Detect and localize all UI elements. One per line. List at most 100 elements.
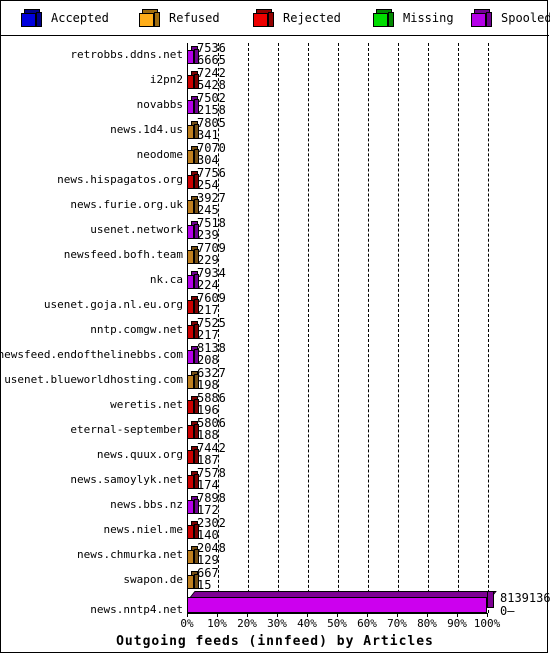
bar-value-lower: 217 (197, 303, 219, 317)
total-bar-row: news.nntp4.net 8139136 0— (1, 589, 550, 618)
bar-row: eternal-september 5806 188 (1, 416, 549, 443)
bar-value-lower: 254 (197, 178, 219, 192)
bar-row-label: news.niel.me (103, 523, 183, 536)
x-axis-ticks: 0% 10% 20% 30% 40% 50% 60% 70% 80% 90% 100% (1, 613, 549, 633)
bar-row: news.furie.org.uk 3927 245 (1, 191, 549, 218)
bar-row: neodome 7070 304 (1, 141, 549, 168)
bar-row-label: news.quux.org (96, 448, 183, 461)
x-tick-label: 70% (387, 617, 407, 630)
bar-row-label: news.1d4.us (110, 123, 183, 136)
bar-row: news.samoylyk.net 7578 174 (1, 466, 549, 493)
legend-label: Missing (403, 11, 454, 25)
total-row-label: news.nntp4.net (90, 603, 183, 616)
legend-label: Rejected (283, 11, 341, 25)
cube-icon (21, 8, 43, 28)
bar-row: news.quux.org 7442 187 (1, 441, 549, 468)
bar-value-lower: 2158 (197, 103, 226, 117)
x-tick-label: 60% (357, 617, 377, 630)
bar-value-lower: 174 (197, 478, 219, 492)
total-bar-front-face (187, 597, 487, 613)
total-value-lower: 0— (500, 604, 515, 618)
total-bar-side-face (487, 591, 494, 608)
bar-row: newsfeed.bofh.team 7709 229 (1, 241, 549, 268)
bar-row-label: news.samoylyk.net (70, 473, 183, 486)
bar-value-lower: 5428 (197, 78, 226, 92)
bar-row: weretis.net 5886 196 (1, 391, 549, 418)
total-value-upper: 8139136 (500, 591, 550, 605)
bar-row: news.hispagatos.org 7756 254 (1, 166, 549, 193)
cube-icon (373, 8, 395, 28)
bar-value-lower: 188 (197, 428, 219, 442)
bar-row-label: news.hispagatos.org (57, 173, 183, 186)
x-tick-label: 40% (297, 617, 317, 630)
legend-item-missing: Missing (373, 8, 454, 28)
bar-row: usenet.goja.nl.eu.org 7609 217 (1, 291, 549, 318)
bar-row-label: i2pn2 (149, 73, 183, 86)
bar-row-label: news.furie.org.uk (70, 198, 183, 211)
bar-row-label: neodome (136, 148, 183, 161)
x-tick-label: 80% (417, 617, 437, 630)
legend-label: Spooled (501, 11, 550, 25)
value-leader-dash: — (507, 604, 514, 618)
bar-row: retrobbs.ddns.net 7536 6665 (1, 41, 549, 68)
bar-value-lower: 196 (197, 403, 219, 417)
bar-row: news.niel.me 2302 140 (1, 516, 549, 543)
bar-value-lower: 172 (197, 503, 219, 517)
bar-row-label: news.bbs.nz (110, 498, 183, 511)
bar-value-lower: 208 (197, 353, 219, 367)
chart-legend: Accepted Refused Rejected Missing Spooled (1, 1, 550, 36)
bar-value-lower: 198 (197, 378, 219, 392)
bar-value-lower: 6665 (197, 53, 226, 67)
cube-icon (471, 8, 493, 28)
x-tick-label: 10% (207, 617, 227, 630)
legend-item-spooled: Spooled (471, 8, 550, 28)
bar-value-lower: 245 (197, 203, 219, 217)
bar-value-lower: 304 (197, 153, 219, 167)
x-tick-label: 50% (327, 617, 347, 630)
bar-row-label: eternal-september (70, 423, 183, 436)
bar-row: news.bbs.nz 7898 172 (1, 491, 549, 518)
bar-row-label: nk.ca (149, 273, 183, 286)
bar-row-label: usenet.network (90, 223, 183, 236)
bar-value-lower: 341 (197, 128, 219, 142)
bar-row: newsfeed.endofthelinebbs.com 8138 208 (0, 341, 549, 368)
x-tick-label: 0% (180, 617, 194, 630)
bar-row-label: news.chmurka.net (77, 548, 183, 561)
bar-row: usenet.blueworldhosting.com 6327 198 (1, 366, 549, 393)
bar-value-lower: 140 (197, 528, 219, 542)
bar-value-lower: 187 (197, 453, 219, 467)
bar-row-label: swapon.de (123, 573, 183, 586)
x-tick-label: 30% (267, 617, 287, 630)
bar-row: news.chmurka.net 2048 129 (1, 541, 549, 568)
cube-icon (139, 8, 161, 28)
bar-row-label: usenet.blueworldhosting.com (4, 373, 183, 386)
bar-row: nntp.comgw.net 7525 217 (1, 316, 549, 343)
x-tick-label: 90% (447, 617, 467, 630)
legend-label: Refused (169, 11, 220, 25)
legend-label: Accepted (51, 11, 109, 25)
x-axis-title: Outgoing feeds (innfeed) by Articles (116, 634, 434, 649)
x-tick-label: 100% (473, 617, 501, 630)
legend-item-rejected: Rejected (253, 8, 341, 28)
bar-value-lower: 129 (197, 553, 219, 567)
bar-rows: retrobbs.ddns.net 7536 6665 i2pn2 7242 5428 no… (0, 41, 549, 593)
bar-row-label: nntp.comgw.net (90, 323, 183, 336)
bar-row: nk.ca 7934 224 (1, 266, 549, 293)
bar-row: news.1d4.us 7805 341 (1, 116, 549, 143)
legend-item-refused: Refused (139, 8, 220, 28)
bar-value-lower: 217 (197, 328, 219, 342)
bar-row-label: novabbs (136, 98, 183, 111)
chart-frame: Accepted Refused Rejected Missing Spooled re… (0, 0, 550, 653)
bar-value-lower: 229 (197, 253, 219, 267)
bar-row-label: newsfeed.endofthelinebbs.com (0, 348, 183, 361)
bar-row: usenet.network 7518 239 (1, 216, 549, 243)
bar-row: i2pn2 7242 5428 (1, 66, 549, 93)
bar-row: novabbs 7502 2158 (1, 91, 549, 118)
cube-icon (253, 8, 275, 28)
bar-row-label: retrobbs.ddns.net (70, 48, 183, 61)
x-tick-label: 20% (237, 617, 257, 630)
bar-value-lower: 239 (197, 228, 219, 242)
legend-item-accepted: Accepted (21, 8, 109, 28)
bar-row-label: usenet.goja.nl.eu.org (43, 298, 183, 311)
bar-row-label: newsfeed.bofh.team (63, 248, 183, 261)
